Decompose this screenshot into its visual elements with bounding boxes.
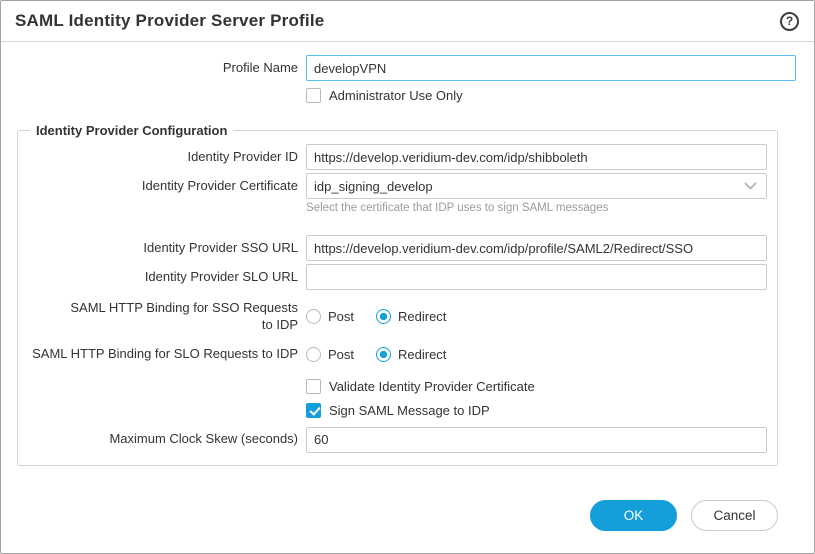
admin-use-only-option[interactable]: Administrator Use Only xyxy=(306,88,463,103)
cancel-button[interactable]: Cancel xyxy=(691,500,778,531)
saml-idp-server-profile-dialog: SAML Identity Provider Server Profile ? … xyxy=(0,0,815,554)
sso-binding-redirect-label: Redirect xyxy=(398,309,446,324)
slo-binding-redirect-option[interactable]: Redirect xyxy=(376,347,446,362)
clock-skew-row: Maximum Clock Skew (seconds) xyxy=(28,427,767,453)
clock-skew-input[interactable] xyxy=(306,427,767,453)
sso-url-row: Identity Provider SSO URL xyxy=(28,235,767,261)
help-icon[interactable]: ? xyxy=(780,12,799,31)
identity-provider-configuration-legend: Identity Provider Configuration xyxy=(30,123,233,138)
identity-provider-configuration-section: Identity Provider Configuration Identity… xyxy=(17,123,778,466)
idp-id-row: Identity Provider ID xyxy=(28,144,767,170)
sso-binding-post-radio[interactable] xyxy=(306,309,321,324)
dialog-footer: OK Cancel xyxy=(1,500,796,553)
sign-saml-row: Sign SAML Message to IDP xyxy=(28,403,767,418)
validate-cert-checkbox[interactable] xyxy=(306,379,321,394)
profile-name-input[interactable] xyxy=(306,55,796,81)
slo-binding-redirect-radio[interactable] xyxy=(376,347,391,362)
validate-cert-label: Validate Identity Provider Certificate xyxy=(329,379,535,394)
sso-binding-redirect-option[interactable]: Redirect xyxy=(376,309,446,324)
idp-certificate-label: Identity Provider Certificate xyxy=(28,178,306,195)
dialog-title: SAML Identity Provider Server Profile xyxy=(15,11,324,31)
idp-id-label: Identity Provider ID xyxy=(28,149,306,166)
idp-certificate-hint: Select the certificate that IDP uses to … xyxy=(306,201,608,215)
sign-saml-checkbox[interactable] xyxy=(306,403,321,418)
idp-certificate-dropdown[interactable]: idp_signing_develop xyxy=(306,173,767,199)
idp-certificate-row: Identity Provider Certificate idp_signin… xyxy=(28,173,767,199)
idp-certificate-value: idp_signing_develop xyxy=(314,179,433,194)
validate-cert-row: Validate Identity Provider Certificate xyxy=(28,379,767,394)
sso-binding-post-label: Post xyxy=(328,309,354,324)
idp-certificate-hint-row: Select the certificate that IDP uses to … xyxy=(28,201,767,215)
idp-id-input[interactable] xyxy=(306,144,767,170)
dialog-titlebar: SAML Identity Provider Server Profile ? xyxy=(1,1,814,42)
slo-binding-label: SAML HTTP Binding for SLO Requests to ID… xyxy=(28,346,306,363)
slo-binding-post-option[interactable]: Post xyxy=(306,347,354,362)
sso-binding-label: SAML HTTP Binding for SSO Requests to ID… xyxy=(28,300,306,334)
sign-saml-option[interactable]: Sign SAML Message to IDP xyxy=(306,403,490,418)
sign-saml-label: Sign SAML Message to IDP xyxy=(329,403,490,418)
sso-url-input[interactable] xyxy=(306,235,767,261)
slo-url-input[interactable] xyxy=(306,264,767,290)
admin-use-only-label: Administrator Use Only xyxy=(329,88,463,103)
sso-binding-redirect-radio[interactable] xyxy=(376,309,391,324)
chevron-down-icon xyxy=(744,182,757,190)
slo-url-label: Identity Provider SLO URL xyxy=(28,269,306,286)
slo-binding-post-label: Post xyxy=(328,347,354,362)
sso-binding-row: SAML HTTP Binding for SSO Requests to ID… xyxy=(28,300,767,334)
admin-use-only-checkbox[interactable] xyxy=(306,88,321,103)
sso-binding-post-option[interactable]: Post xyxy=(306,309,354,324)
slo-binding-row: SAML HTTP Binding for SLO Requests to ID… xyxy=(28,346,767,363)
validate-cert-option[interactable]: Validate Identity Provider Certificate xyxy=(306,379,535,394)
dialog-body: Profile Name Administrator Use Only Iden… xyxy=(1,42,814,553)
slo-binding-post-radio[interactable] xyxy=(306,347,321,362)
clock-skew-label: Maximum Clock Skew (seconds) xyxy=(28,431,306,448)
slo-url-row: Identity Provider SLO URL xyxy=(28,264,767,290)
ok-button[interactable]: OK xyxy=(590,500,677,531)
profile-name-label: Profile Name xyxy=(1,60,306,77)
profile-name-row: Profile Name xyxy=(1,55,796,81)
admin-use-only-row: Administrator Use Only xyxy=(1,88,796,103)
sso-url-label: Identity Provider SSO URL xyxy=(28,240,306,257)
slo-binding-redirect-label: Redirect xyxy=(398,347,446,362)
